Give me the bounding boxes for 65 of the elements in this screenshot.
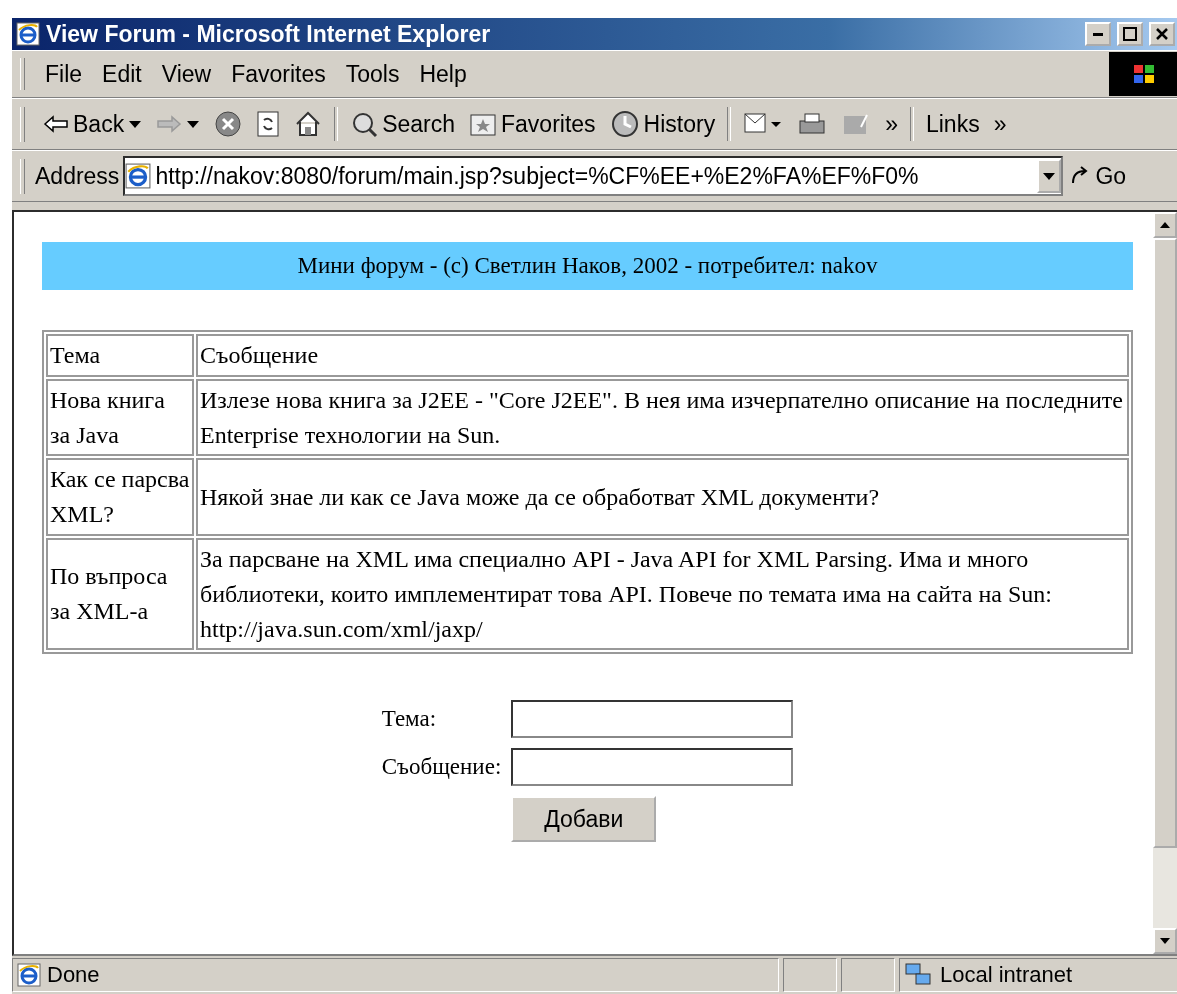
more-button[interactable]: » <box>879 108 904 140</box>
maximize-button[interactable] <box>1117 22 1143 46</box>
links-button[interactable]: Links <box>919 108 986 140</box>
windows-flag-icon <box>1132 63 1156 85</box>
menu-item[interactable]: File <box>35 56 93 92</box>
page-header: Мини форум - (c) Светлин Наков, 2002 - потребител: nakov <box>42 242 1133 290</box>
go-button[interactable]: Go <box>1063 160 1133 192</box>
scrollbar[interactable] <box>1153 212 1177 954</box>
history-button[interactable]: History <box>603 108 722 140</box>
table-cell: За парсване на XML има специално API - Java API for XML Parsing. Има и много библиотеки, които имплементират това API. Повече по темата има на сайта на Sun: http://java.sun.com/xml/jaxp/ <box>196 538 1129 651</box>
close-button[interactable] <box>1149 22 1175 46</box>
stop-icon <box>214 110 243 138</box>
ie-icon <box>125 163 152 189</box>
table-cell: Излезе нова книга за J2EE - "Core J2EE". В нея има изчерпателно описание на последните Enterprise технологии на Sun. <box>196 378 1129 457</box>
scroll-up-button[interactable] <box>1153 212 1177 238</box>
network-icon <box>904 962 934 988</box>
url-text: http://nakov:8080/forum/main.jsp?subject=%CF%EE+%E2%FA%EF%F0% <box>155 162 920 190</box>
printer-icon <box>797 111 828 137</box>
history-clock-icon <box>609 110 640 138</box>
zone-text: Local intranet <box>940 962 1073 988</box>
scroll-down-button[interactable] <box>1153 928 1177 954</box>
down-arrow-icon <box>1159 937 1171 945</box>
minimize-icon <box>1093 32 1103 36</box>
field-label: Тема: <box>381 706 438 733</box>
caret-icon <box>186 119 201 129</box>
address-label: Address <box>35 162 120 190</box>
maximize-icon <box>1123 27 1137 41</box>
ie-icon <box>17 963 41 987</box>
search-icon <box>350 110 379 138</box>
links-more-button[interactable]: » <box>987 108 1013 140</box>
refresh-icon <box>256 110 281 138</box>
field-label: Съобщение: <box>381 754 503 781</box>
back-arrow-icon <box>43 114 69 134</box>
ie-icon <box>16 22 40 46</box>
favorites-button[interactable]: Favorites <box>463 108 602 140</box>
window-title: View Forum - Microsoft Internet Explorer <box>46 20 492 48</box>
star-folder-icon <box>469 111 497 137</box>
input-field[interactable] <box>511 748 794 787</box>
menu-item[interactable]: Favorites <box>221 56 336 92</box>
forward-arrow-icon <box>156 114 183 134</box>
dropdown-button[interactable] <box>1037 159 1062 193</box>
minimize-button[interactable] <box>1085 22 1111 46</box>
menu-item[interactable]: Edit <box>92 56 152 92</box>
column-header: Тема <box>46 334 194 377</box>
up-arrow-icon <box>1159 221 1171 229</box>
back-button[interactable]: Back <box>37 108 149 140</box>
status-pane <box>841 958 895 992</box>
input-field[interactable] <box>511 700 794 739</box>
menu-item[interactable]: Help <box>409 56 477 92</box>
table-cell: Как се парсва XML? <box>46 458 194 536</box>
search-button[interactable]: Search <box>344 108 461 140</box>
table-cell: По въпроса за XML-а <box>46 538 194 651</box>
menu-item[interactable]: View <box>151 56 222 92</box>
menu-item[interactable]: Tools <box>335 56 410 92</box>
status-pane <box>783 958 837 992</box>
caret-icon <box>1042 171 1057 181</box>
address-field[interactable]: http://nakov:8080/forum/main.jsp?subject=%CF%EE+%E2%FA%EF%F0% <box>123 156 1064 196</box>
caret-icon <box>128 119 143 129</box>
status-text: Done <box>47 962 100 988</box>
close-icon <box>1155 27 1169 41</box>
table-cell: Нова книга за Java <box>46 378 194 457</box>
scroll-thumb[interactable] <box>1153 238 1177 848</box>
table-cell: Някой знае ли как се Java може да се обработват XML документи? <box>196 458 1129 536</box>
add-button[interactable]: Добави <box>511 796 657 843</box>
column-header: Съобщение <box>196 334 1129 377</box>
